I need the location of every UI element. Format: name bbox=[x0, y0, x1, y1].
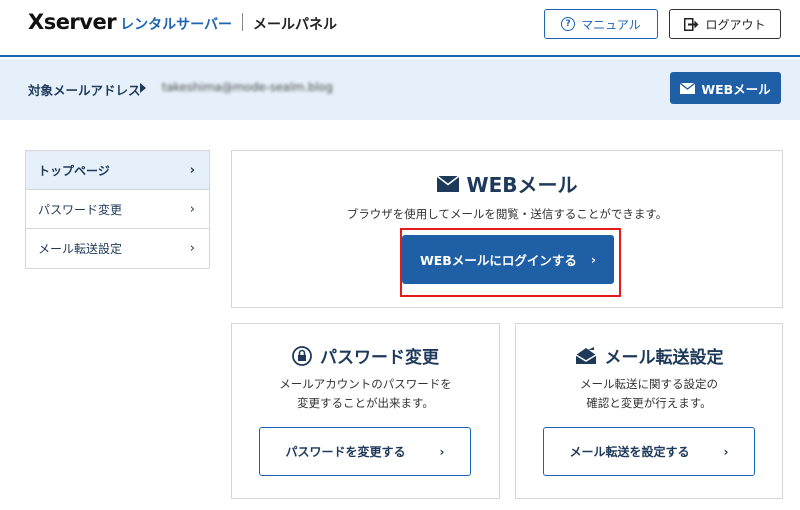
webmail-login-button[interactable]: WEBメールにログインする › bbox=[402, 235, 614, 284]
mail-forward-icon bbox=[575, 346, 596, 364]
webmail-title-text: WEBメール bbox=[466, 173, 578, 197]
set-forwarding-button[interactable]: メール転送を設定する › bbox=[543, 427, 755, 476]
forwarding-description-line1: メール転送に関する設定の bbox=[580, 377, 718, 391]
arrow-right-icon bbox=[140, 83, 146, 93]
chevron-right-icon: › bbox=[189, 201, 195, 217]
logo[interactable]: Xserver レンタルサーバー メールパネル bbox=[28, 10, 337, 34]
sidebar-item-password-change[interactable]: パスワード変更 › bbox=[26, 190, 209, 229]
chevron-right-icon: › bbox=[189, 241, 195, 256]
logo-main: Xserver bbox=[28, 10, 117, 34]
password-description-line1: メールアカウントのパスワードを bbox=[279, 377, 452, 391]
sidebar-item-label: パスワード変更 bbox=[38, 202, 123, 217]
manual-label: マニュアル bbox=[581, 17, 641, 32]
chevron-right-icon: › bbox=[189, 162, 195, 178]
webmail-header-label: WEBメール bbox=[701, 81, 771, 97]
lock-icon bbox=[292, 345, 312, 366]
chevron-right-icon: › bbox=[590, 252, 596, 267]
forwarding-title-text: メール転送設定 bbox=[604, 348, 724, 368]
forwarding-description-line2: 確認と変更が行えます。 bbox=[586, 396, 712, 410]
sidebar: トップページ › パスワード変更 › メール転送設定 › bbox=[25, 150, 210, 269]
sidebar-item-top-page[interactable]: トップページ › bbox=[26, 151, 209, 190]
sidebar-item-label: トップページ bbox=[38, 163, 110, 178]
envelope-icon bbox=[436, 175, 459, 192]
help-icon: ? bbox=[561, 17, 576, 31]
target-address-label: 対象メールアドレス bbox=[28, 83, 141, 98]
change-password-button[interactable]: パスワードを変更する › bbox=[259, 427, 471, 476]
webmail-card: WEBメール ブラウザを使用してメールを閲覧・送信することができます。 WEBメ… bbox=[231, 150, 783, 308]
chevron-right-icon: › bbox=[723, 444, 729, 459]
password-card-title: パスワード変更 bbox=[232, 343, 499, 368]
target-address-value: takeshima@mode-sealm.blog bbox=[162, 80, 333, 94]
header: Xserver レンタルサーバー メールパネル ? マニュアル ログアウト bbox=[0, 0, 800, 57]
webmail-login-label: WEBメールにログインする bbox=[419, 253, 577, 268]
envelope-icon bbox=[680, 82, 696, 94]
logout-label: ログアウト bbox=[705, 17, 766, 32]
forwarding-card-title: メール転送設定 bbox=[516, 343, 782, 368]
password-change-card: パスワード変更 メールアカウントのパスワードを 変更することが出来ます。 パスワ… bbox=[231, 323, 500, 499]
password-title-text: パスワード変更 bbox=[320, 348, 439, 368]
webmail-card-title: WEBメール bbox=[232, 169, 782, 198]
panel-name: メールパネル bbox=[252, 17, 337, 33]
logout-button[interactable]: ログアウト bbox=[669, 9, 781, 39]
change-password-label: パスワードを変更する bbox=[285, 445, 406, 459]
logo-sub: レンタルサーバー bbox=[120, 17, 232, 33]
webmail-header-button[interactable]: WEBメール bbox=[670, 72, 781, 104]
logo-divider bbox=[241, 13, 243, 31]
mail-forwarding-card: メール転送設定 メール転送に関する設定の 確認と変更が行えます。 メール転送を設… bbox=[515, 323, 783, 499]
sidebar-item-label: メール転送設定 bbox=[38, 242, 123, 256]
password-description-line2: 変更することが出来ます。 bbox=[297, 396, 434, 410]
logout-icon bbox=[684, 17, 699, 31]
forwarding-description: メール転送に関する設定の 確認と変更が行えます。 bbox=[516, 375, 782, 413]
password-description: メールアカウントのパスワードを 変更することが出来ます。 bbox=[232, 375, 499, 413]
manual-button[interactable]: ? マニュアル bbox=[544, 9, 658, 39]
chevron-right-icon: › bbox=[439, 444, 445, 459]
webmail-description: ブラウザを使用してメールを閲覧・送信することができます。 bbox=[346, 207, 668, 221]
set-forwarding-label: メール転送を設定する bbox=[569, 445, 690, 459]
sidebar-item-mail-forwarding[interactable]: メール転送設定 › bbox=[26, 229, 209, 268]
